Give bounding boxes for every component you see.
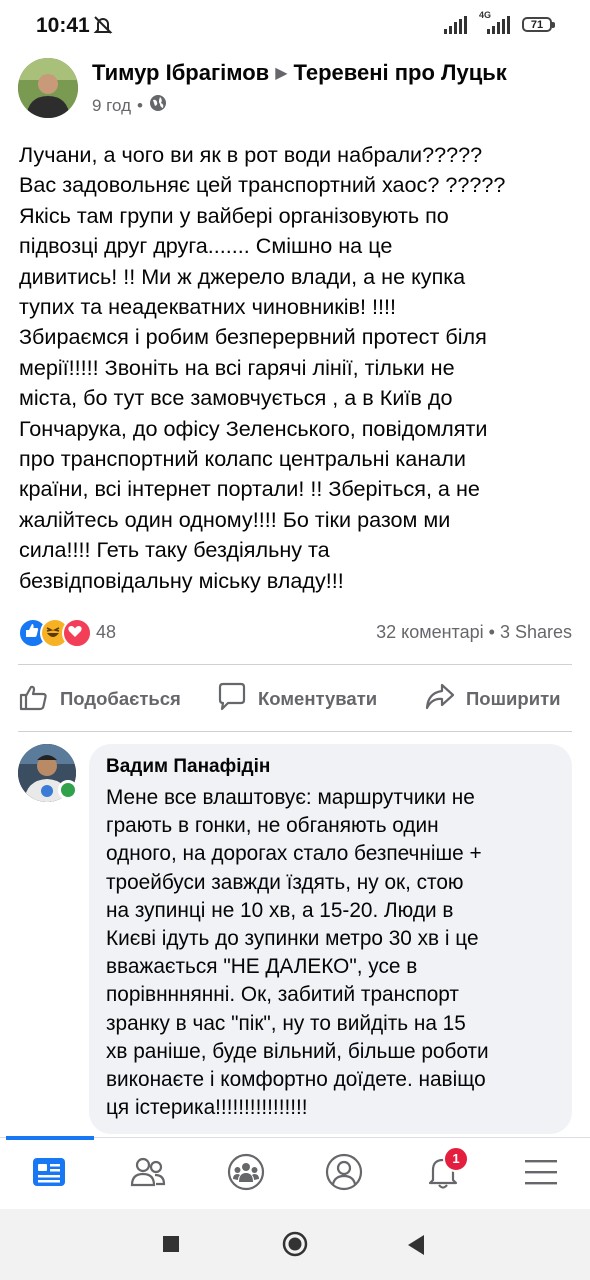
reactions-summary[interactable]: 48 32 коментарі • 3 Shares (18, 618, 574, 648)
text-line: Лучани, а чого ви як в рот води набрали?… (19, 142, 483, 167)
triangle-right-icon: ▶ (275, 65, 288, 82)
post-stats: 32 коментарі • 3 Shares (376, 622, 572, 643)
status-bar: 10:41 4G 71 (0, 0, 590, 52)
system-navigation-bar (0, 1209, 590, 1280)
stats-separator: • (488, 622, 495, 642)
share-icon (424, 681, 456, 718)
active-tab-indicator (6, 1136, 94, 1140)
post-body: Лучани, а чого ви як в рот води набрали?… (19, 140, 579, 596)
divider (18, 664, 572, 665)
do-not-disturb-icon (92, 14, 114, 41)
text-line: грають в гонки, не обганяють один (106, 814, 439, 838)
post-header: Тимур Ібрагімов ▶ Теревені про Луцьк 9 год… (0, 52, 590, 132)
post-author-line: Тимур Ібрагімов ▶ Теревені про Луцьк (92, 60, 507, 86)
comment-button[interactable]: Коментувати (216, 672, 377, 726)
commenter-avatar[interactable] (18, 744, 78, 802)
text-line: Гончарука, до офісу Зеленського, повідом… (19, 415, 488, 441)
online-status-indicator (58, 780, 78, 800)
group-name[interactable]: Теревені про Луцьк (294, 60, 507, 85)
news-feed-icon (33, 1158, 65, 1186)
text-line: на зупинці не 10 хв, а 15-20. Люди в (106, 898, 454, 922)
tab-news-feed[interactable] (29, 1152, 69, 1192)
tab-menu[interactable] (521, 1152, 561, 1192)
tab-groups[interactable] (226, 1152, 266, 1192)
like-button[interactable]: Подобається (18, 672, 181, 726)
profile-icon (325, 1153, 363, 1191)
text-line: виконаєте і комфортно доїдете. навіщо (106, 1068, 486, 1092)
text-line: порівнннянні. Ок, забитий транспорт (106, 983, 459, 1007)
comment-body: Мене все влаштовує: маршрутчики не грають… (106, 784, 489, 1122)
friends-icon (130, 1157, 166, 1187)
share-label: Поширити (466, 688, 561, 709)
tab-profile[interactable] (324, 1152, 364, 1192)
square-icon (163, 1236, 179, 1252)
text-line: безвідповідальну міську владу!!! (19, 567, 344, 593)
text-line: вважається "НЕ ДАЛЕКО", усе в (106, 955, 418, 979)
circle-icon (282, 1231, 308, 1257)
reaction-icons (18, 618, 92, 648)
text-line: хв раніше, буде вільний, більше роботи (106, 1039, 489, 1063)
shares-count[interactable]: 3 Shares (500, 622, 572, 642)
text-line: сила!!!! Геть таку бездіяльну та (19, 537, 330, 563)
comment-label: Коментувати (258, 688, 378, 709)
post-time[interactable]: 9 год (92, 96, 131, 116)
share-button[interactable]: Поширити (424, 672, 561, 726)
author-avatar[interactable] (18, 58, 78, 118)
signal-icon-2 (477, 16, 511, 39)
comment-icon (216, 681, 248, 718)
like-label: Подобається (60, 688, 181, 709)
tab-notifications[interactable]: 1 (423, 1146, 469, 1192)
text-line: про транспортний колапс центральні канал… (19, 446, 466, 472)
status-time: 10:41 (36, 14, 90, 37)
recent-apps-button[interactable] (162, 1235, 180, 1258)
text-line: Вас задовольняє цей транспортний хаос? ?… (19, 172, 506, 198)
globe-icon (149, 94, 167, 117)
post-meta: 9 год • (92, 94, 167, 117)
text-line: жалійтесь один одному!!!! Бо тіки разом … (19, 506, 451, 532)
comments-count[interactable]: 32 коментарі (376, 622, 484, 642)
hamburger-menu-icon (525, 1160, 557, 1185)
signal-icon (444, 16, 468, 39)
home-button[interactable] (282, 1231, 308, 1262)
text-line: зранку в час "пік", ну то вийдіть на 15 (106, 1011, 466, 1035)
text-line: одного, на дорогах стало безпечніше + (106, 842, 482, 866)
post-author-name[interactable]: Тимур Ібрагімов (92, 60, 269, 85)
text-line: мерії!!!!! Звоніть на всі гарячі лінії, … (19, 354, 455, 380)
text-line: ця істерика!!!!!!!!!!!!!!!! (106, 1096, 308, 1120)
text-line: країни, всі інтернет портали! !! Зберіть… (19, 476, 480, 502)
text-line: Мене все влаштовує: маршрутчики не (106, 786, 475, 809)
groups-icon (227, 1153, 265, 1191)
text-line: тупих та неадекватних чиновників! !!!! (19, 294, 396, 320)
text-line: дивитись! !! Ми ж джерело влади, а не ку… (19, 263, 466, 289)
text-line: Якісь там групи у вайбері організовують … (19, 202, 449, 228)
triangle-back-icon (408, 1235, 424, 1255)
bottom-tab-bar: 1 (0, 1136, 590, 1210)
text-line: Києві ідуть до зупинки метро 30 хв і це (106, 927, 479, 951)
text-line: троейбуси завжди їздять, ну ок, стою (106, 870, 464, 894)
thumbs-up-icon (18, 681, 50, 718)
reactions-count: 48 (96, 622, 117, 642)
divider (18, 731, 572, 732)
back-button[interactable] (406, 1234, 426, 1261)
post-actions: Подобається Коментувати Поширити (0, 672, 590, 726)
commenter-name[interactable]: Вадим Панафідін (106, 756, 270, 778)
comment-bubble[interactable]: Вадим Панафідін Мене все влаштовує: марш… (89, 744, 572, 1134)
notifications-badge: 1 (443, 1146, 469, 1172)
text-line: міста, бо тут все замовчується , а в Киї… (19, 385, 453, 411)
battery-icon: 71 (522, 17, 555, 32)
tab-friends[interactable] (128, 1152, 168, 1192)
text-line: підвозці друг друга....... Смішно на це (19, 233, 393, 259)
text-line: Збираємся і робим безперервний протест б… (19, 324, 487, 350)
meta-separator: • (137, 95, 143, 115)
love-reaction-icon (62, 618, 92, 648)
